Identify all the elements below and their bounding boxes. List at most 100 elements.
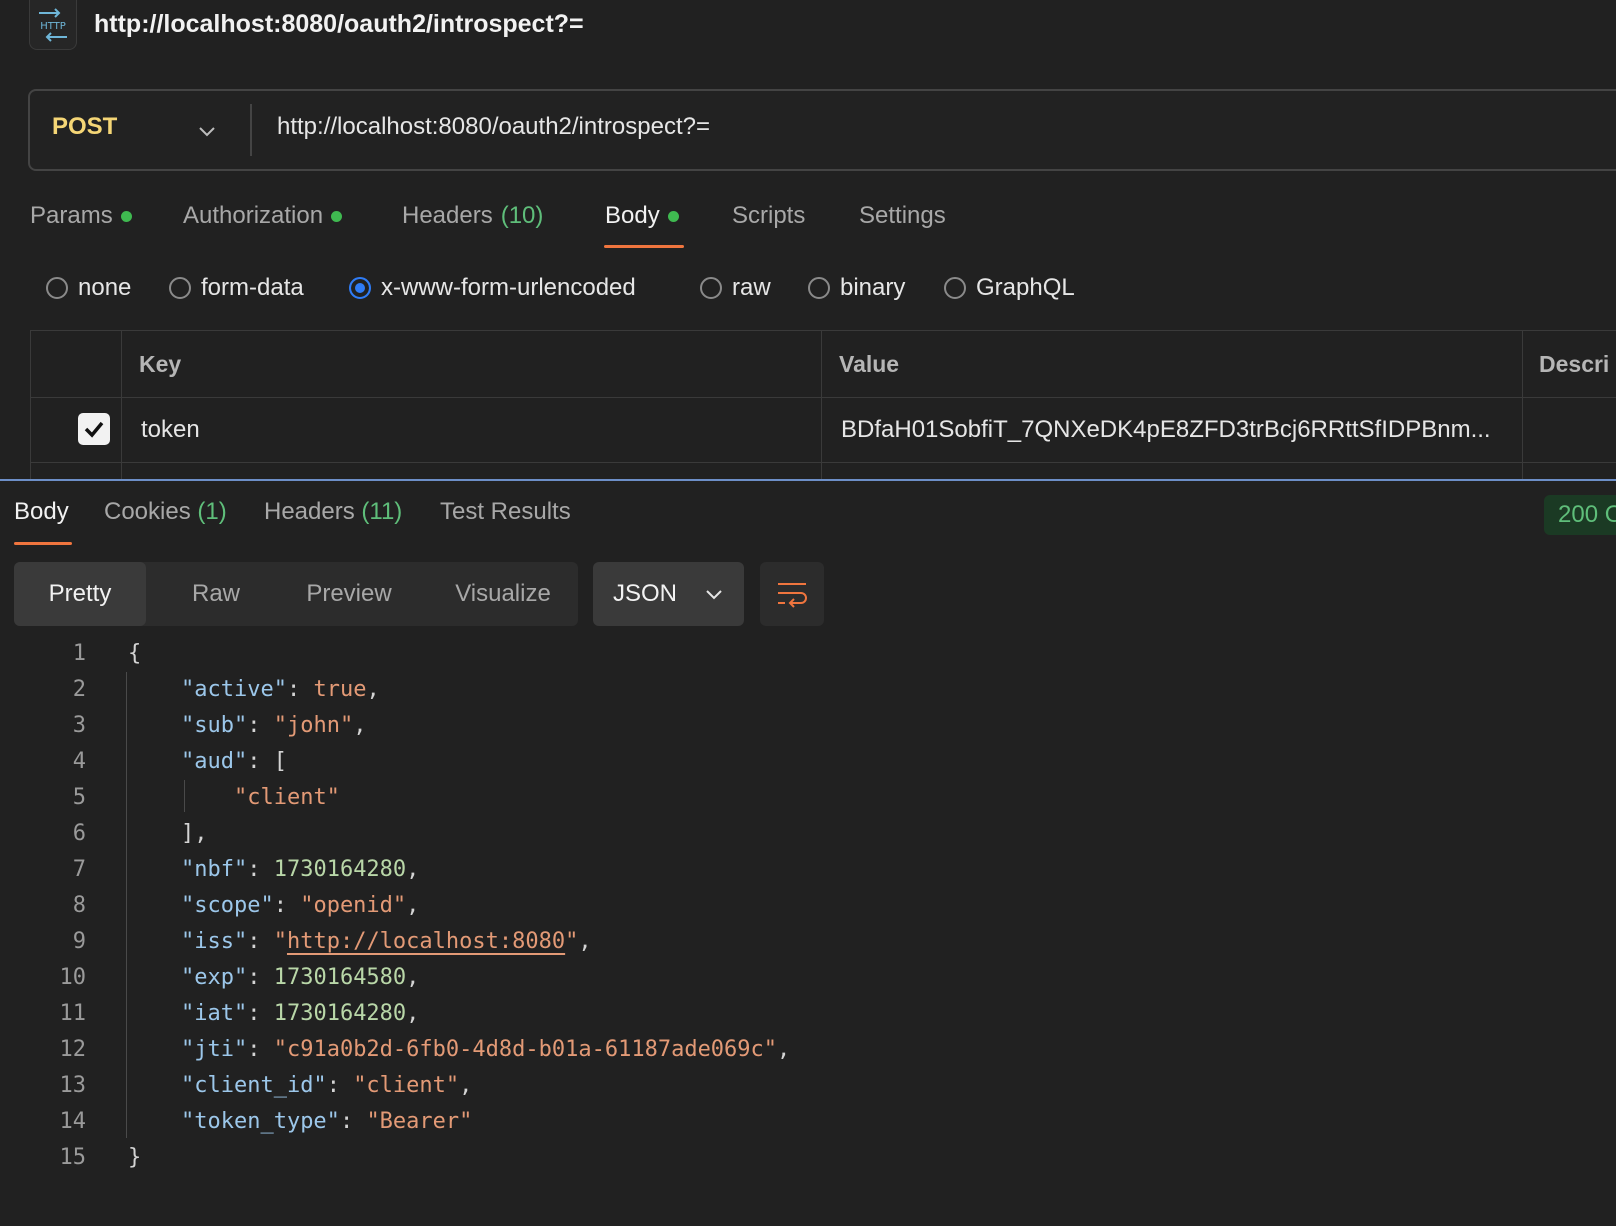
code-token: "exp" (180, 965, 248, 990)
line-number: 2 (72, 677, 86, 702)
row-checkbox[interactable] (78, 413, 110, 445)
code-line: 11 "iat": 1730164280, (0, 996, 1616, 1032)
code-token: "iss" (180, 929, 248, 954)
code-token: "iat" (180, 1001, 248, 1026)
checkmark-icon (84, 421, 104, 438)
code-token: : (247, 1037, 274, 1062)
line-number: 12 (59, 1037, 87, 1062)
radio-none[interactable]: none (46, 274, 131, 302)
response-tab-cookies[interactable]: Cookies (1) (104, 498, 227, 526)
tab-params[interactable]: Params (30, 202, 132, 230)
code-text: "token_type": "Bearer" (128, 1104, 472, 1140)
request-title[interactable]: http://localhost:8080/oauth2/introspect?… (94, 10, 584, 39)
line-number: 7 (72, 857, 86, 882)
code-token: , (459, 1073, 473, 1098)
param-key-cell[interactable]: token (141, 416, 200, 444)
table-header-row (31, 331, 1616, 398)
response-code-view[interactable]: 1{2 "active": true, 3 "sub": "john", 4 "au… (0, 636, 1616, 1176)
code-token: , (406, 965, 420, 990)
code-line: 10 "exp": 1730164580, (0, 960, 1616, 996)
view-visualize[interactable]: Visualize (438, 562, 568, 626)
code-text: "exp": 1730164580, (128, 960, 419, 996)
code-token: , (777, 1037, 791, 1062)
radio-selected-icon (349, 277, 371, 299)
radio-icon (169, 277, 191, 299)
param-value-cell[interactable]: BDfaH01SobfiT_7QNXeDK4pE8ZFD3trBcj6RRttS… (841, 416, 1491, 444)
wrap-lines-button[interactable] (760, 562, 824, 626)
pane-splitter[interactable] (0, 479, 1616, 481)
params-table: Key Value Descri token BDfaH01SobfiT_7QN… (30, 330, 1616, 480)
url-input[interactable]: http://localhost:8080/oauth2/introspect?… (277, 113, 710, 141)
tab-headers[interactable]: Headers (10) (402, 202, 543, 230)
code-line: 12 "jti": "c91a0b2d-6fb0-4d8d-b01a-61187… (0, 1032, 1616, 1068)
code-token: "c91a0b2d-6fb0-4d8d-b01a-61187ade069c" (273, 1037, 778, 1062)
code-line: 7 "nbf": 1730164280, (0, 852, 1616, 888)
view-raw[interactable]: Raw (164, 562, 268, 626)
radio-x-www-form-urlencoded[interactable]: x-www-form-urlencoded (349, 274, 636, 302)
code-text: "active": true, (128, 672, 380, 708)
format-select[interactable]: JSON (593, 562, 744, 626)
radio-binary[interactable]: binary (808, 274, 905, 302)
radio-graphql[interactable]: GraphQL (944, 274, 1075, 302)
code-text: "jti": "c91a0b2d-6fb0-4d8d-b01a-61187ade… (128, 1032, 790, 1068)
status-badge[interactable]: 200 O (1544, 495, 1616, 535)
tab-authorization[interactable]: Authorization (183, 202, 343, 230)
view-mode-switch: Pretty Raw Preview Visualize (14, 562, 578, 626)
code-token: : (247, 929, 274, 954)
line-number: 5 (72, 785, 86, 810)
tab-scripts[interactable]: Scripts (732, 202, 805, 230)
chevron-down-icon (706, 590, 722, 600)
code-token: "token_type" (180, 1109, 340, 1134)
code-line: 9 "iss": "http://localhost:8080", (0, 924, 1616, 960)
code-text: "client_id": "client", (128, 1068, 472, 1104)
code-token: : (273, 893, 301, 918)
line-number: 13 (59, 1073, 87, 1098)
code-token: , (406, 893, 420, 918)
code-token: "sub" (180, 713, 248, 738)
view-pretty[interactable]: Pretty (14, 562, 146, 626)
code-token: "jti" (180, 1037, 248, 1062)
chevron-down-icon[interactable] (194, 118, 220, 144)
tab-body[interactable]: Body (605, 202, 679, 230)
code-token: 1730164280 (273, 1001, 407, 1026)
view-preview[interactable]: Preview (286, 562, 412, 626)
response-tab-headers[interactable]: Headers (11) (264, 498, 402, 526)
code-token: "client" (353, 1073, 460, 1098)
code-text: "sub": "john", (128, 708, 366, 744)
code-line: 6 ], (0, 816, 1616, 852)
radio-raw[interactable]: raw (700, 274, 771, 302)
code-link[interactable]: http://localhost:8080 (287, 929, 565, 954)
line-number: 1 (72, 641, 86, 666)
method-select[interactable]: POST (52, 113, 117, 141)
code-token: "john" (273, 713, 354, 738)
code-text: "client" (128, 780, 340, 816)
code-token: , (578, 929, 592, 954)
line-number: 11 (59, 1001, 87, 1026)
code-token: : [ (247, 749, 287, 774)
code-line: 3 "sub": "john", (0, 708, 1616, 744)
code-line: 2 "active": true, (0, 672, 1616, 708)
code-text: "aud": [ (128, 744, 287, 780)
active-tab-indicator (604, 245, 684, 248)
code-token: , (366, 677, 380, 702)
radio-form-data[interactable]: form-data (169, 274, 304, 302)
line-number: 9 (72, 929, 86, 954)
code-token: "nbf" (180, 857, 248, 882)
code-token: "scope" (180, 893, 274, 918)
response-tab-test-results[interactable]: Test Results (440, 498, 571, 526)
response-tab-body[interactable]: Body (14, 498, 69, 526)
column-header-description: Descri (1539, 351, 1610, 377)
code-token: : (247, 713, 274, 738)
status-dot (667, 210, 679, 222)
code-token: " (273, 929, 287, 954)
code-token: " (565, 929, 579, 954)
code-token: true (313, 677, 367, 702)
code-token: : (286, 677, 314, 702)
tab-settings[interactable]: Settings (859, 202, 946, 230)
code-text: } (128, 1140, 141, 1176)
